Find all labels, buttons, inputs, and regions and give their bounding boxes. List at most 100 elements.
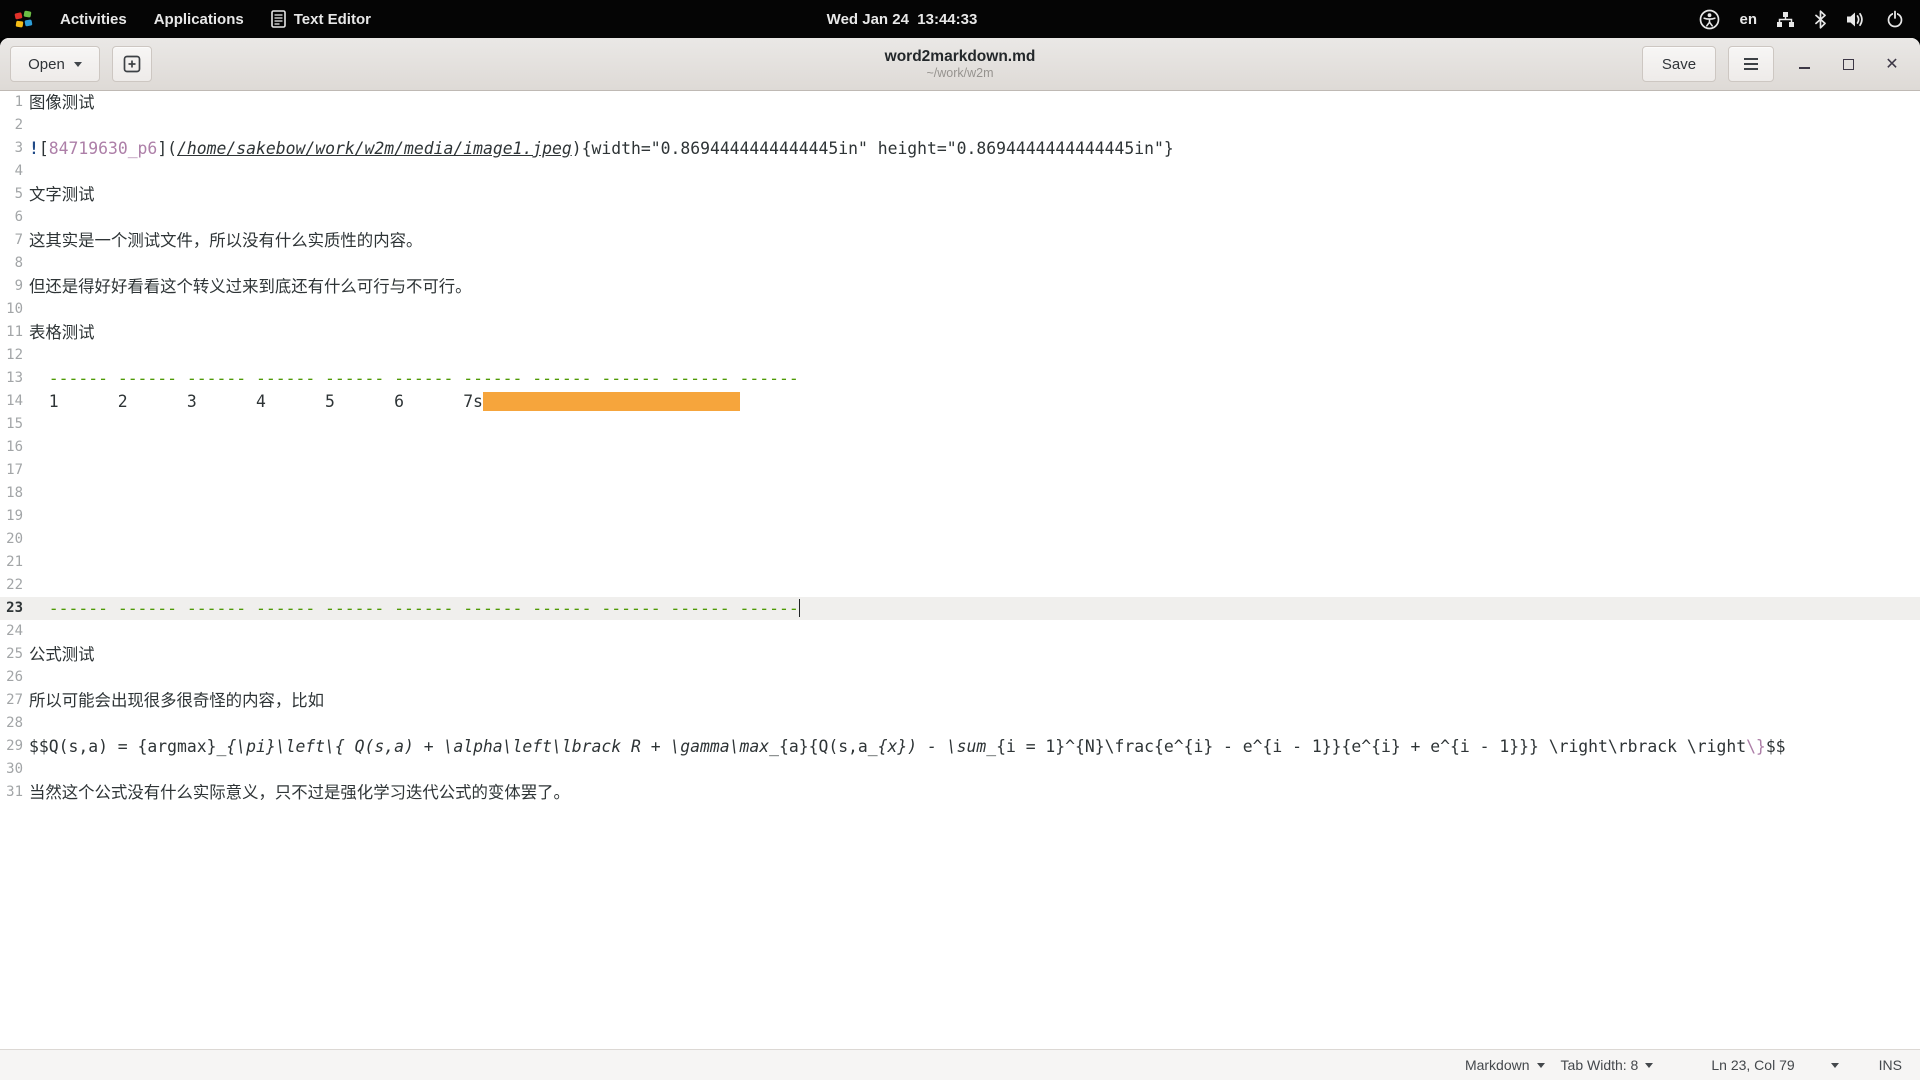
editor-line[interactable]: 28 (0, 712, 1920, 735)
chevron-down-icon (1831, 1063, 1839, 1068)
hamburger-menu-icon (1743, 57, 1759, 71)
line-number: 3 (0, 137, 23, 160)
menu-button[interactable] (1728, 46, 1774, 82)
editor-line[interactable]: 29$$Q(s,a) = {argmax}_{\pi}\left\{ Q(s,a… (0, 735, 1920, 758)
line-number: 16 (0, 436, 23, 459)
editor-line[interactable]: 31当然这个公式没有什么实际意义，只不过是强化学习迭代公式的变体罢了。 (0, 781, 1920, 804)
line-content (23, 160, 29, 183)
clock-button[interactable]: Wed Jan 24 13:44:33 (827, 0, 978, 38)
line-content: 但还是得好好看看这个转义过来到底还有什么可行与不可行。 (23, 275, 472, 298)
line-content (23, 758, 29, 781)
editor-line[interactable]: 13 ------ ------ ------ ------ ------ --… (0, 367, 1920, 390)
line-number: 30 (0, 758, 23, 781)
line-content (23, 344, 29, 367)
goto-line-dropdown[interactable] (1831, 1063, 1839, 1068)
line-number: 28 (0, 712, 23, 735)
save-button[interactable]: Save (1642, 46, 1716, 82)
editor-line[interactable]: 1图像测试 (0, 91, 1920, 114)
header-bar: Open word2markdown.md ~/work/w2m Save (0, 38, 1920, 91)
cursor-position-indicator[interactable]: Ln 23, Col 79 (1711, 1057, 1794, 1073)
keyboard-layout-indicator[interactable]: en (1739, 11, 1757, 28)
distro-logo-icon[interactable] (14, 10, 33, 29)
editor-line[interactable]: 9但还是得好好看看这个转义过来到底还有什么可行与不可行。 (0, 275, 1920, 298)
volume-menu[interactable] (1846, 11, 1867, 28)
text-cursor (799, 599, 801, 617)
editor-line[interactable]: 21 (0, 551, 1920, 574)
maximize-icon (1843, 59, 1854, 70)
editor-line[interactable]: 4 (0, 160, 1920, 183)
editor-line[interactable]: 20 (0, 528, 1920, 551)
power-menu[interactable] (1886, 10, 1904, 28)
editor-line[interactable]: 25公式测试 (0, 643, 1920, 666)
accessibility-icon (1699, 9, 1720, 30)
editor-line[interactable]: 16 (0, 436, 1920, 459)
line-number: 10 (0, 298, 23, 321)
new-document-button[interactable] (112, 46, 152, 82)
line-content (23, 482, 29, 505)
line-number: 24 (0, 620, 23, 643)
editor-line[interactable]: 27所以可能会出现很多很奇怪的内容，比如 (0, 689, 1920, 712)
line-content (23, 459, 29, 482)
network-menu[interactable] (1776, 11, 1795, 28)
editor-line[interactable]: 10 (0, 298, 1920, 321)
line-number: 5 (0, 183, 23, 206)
close-button[interactable]: ✕ (1882, 54, 1902, 74)
save-button-label: Save (1662, 56, 1696, 73)
editor-line[interactable]: 30 (0, 758, 1920, 781)
line-content (23, 413, 29, 436)
tab-width-label: Tab Width: 8 (1561, 1057, 1639, 1073)
editor-line[interactable]: 23 ------ ------ ------ ------ ------ --… (0, 597, 1920, 620)
editor-line[interactable]: 14 1 2 3 4 5 6 7s (0, 390, 1920, 413)
applications-label: Applications (154, 11, 244, 28)
minimize-icon (1799, 67, 1810, 69)
line-number: 27 (0, 689, 23, 712)
line-content: ![84719630_p6](/home/sakebow/work/w2m/me… (23, 137, 1174, 160)
status-bar: Markdown Tab Width: 8 Ln 23, Col 79 INS (0, 1049, 1920, 1080)
line-content (23, 298, 29, 321)
editor-line[interactable]: 8 (0, 252, 1920, 275)
applications-menu[interactable]: Applications (154, 11, 244, 28)
editor-line[interactable]: 12 (0, 344, 1920, 367)
editor-line[interactable]: 22 (0, 574, 1920, 597)
app-indicator-label: Text Editor (294, 11, 371, 28)
line-content: 当然这个公式没有什么实际意义，只不过是强化学习迭代公式的变体罢了。 (23, 781, 570, 804)
maximize-button[interactable] (1838, 54, 1858, 74)
editor-line[interactable]: 17 (0, 459, 1920, 482)
line-number: 7 (0, 229, 23, 252)
line-content: $$Q(s,a) = {argmax}_{\pi}\left\{ Q(s,a) … (23, 735, 1786, 758)
line-number: 26 (0, 666, 23, 689)
editor-line[interactable]: 24 (0, 620, 1920, 643)
line-number: 23 (0, 597, 23, 620)
editor-line[interactable]: 11表格测试 (0, 321, 1920, 344)
line-content: ------ ------ ------ ------ ------ -----… (23, 367, 799, 390)
volume-icon (1846, 11, 1867, 28)
minimize-button[interactable] (1794, 54, 1814, 74)
activities-button[interactable]: Activities (60, 11, 127, 28)
app-indicator[interactable]: Text Editor (271, 10, 371, 28)
bluetooth-menu[interactable] (1814, 10, 1827, 29)
insert-mode-indicator: INS (1879, 1057, 1902, 1073)
line-content: 这其实是一个测试文件，所以没有什么实质性的内容。 (23, 229, 422, 252)
editor-line[interactable]: 3![84719630_p6](/home/sakebow/work/w2m/m… (0, 137, 1920, 160)
line-content (23, 528, 29, 551)
text-editor-window: Open word2markdown.md ~/work/w2m Save (0, 38, 1920, 1080)
editor-line[interactable]: 5文字测试 (0, 183, 1920, 206)
editor-line[interactable]: 18 (0, 482, 1920, 505)
language-selector[interactable]: Markdown (1465, 1057, 1545, 1073)
tab-width-selector[interactable]: Tab Width: 8 (1561, 1057, 1654, 1073)
editor-line[interactable]: 7这其实是一个测试文件，所以没有什么实质性的内容。 (0, 229, 1920, 252)
editor-line[interactable]: 6 (0, 206, 1920, 229)
editor-line[interactable]: 26 (0, 666, 1920, 689)
accessibility-menu[interactable] (1699, 9, 1720, 30)
line-number: 14 (0, 390, 23, 413)
editor-line[interactable]: 19 (0, 505, 1920, 528)
line-content: 文字测试 (23, 183, 95, 206)
line-content: 表格测试 (23, 321, 95, 344)
editor-text-area[interactable]: 1图像测试23![84719630_p6](/home/sakebow/work… (0, 91, 1920, 1050)
editor-line[interactable]: 2 (0, 114, 1920, 137)
line-content: ------ ------ ------ ------ ------ -----… (23, 597, 800, 620)
open-button[interactable]: Open (10, 46, 100, 82)
line-number: 9 (0, 275, 23, 298)
editor-line[interactable]: 15 (0, 413, 1920, 436)
line-content (23, 436, 29, 459)
